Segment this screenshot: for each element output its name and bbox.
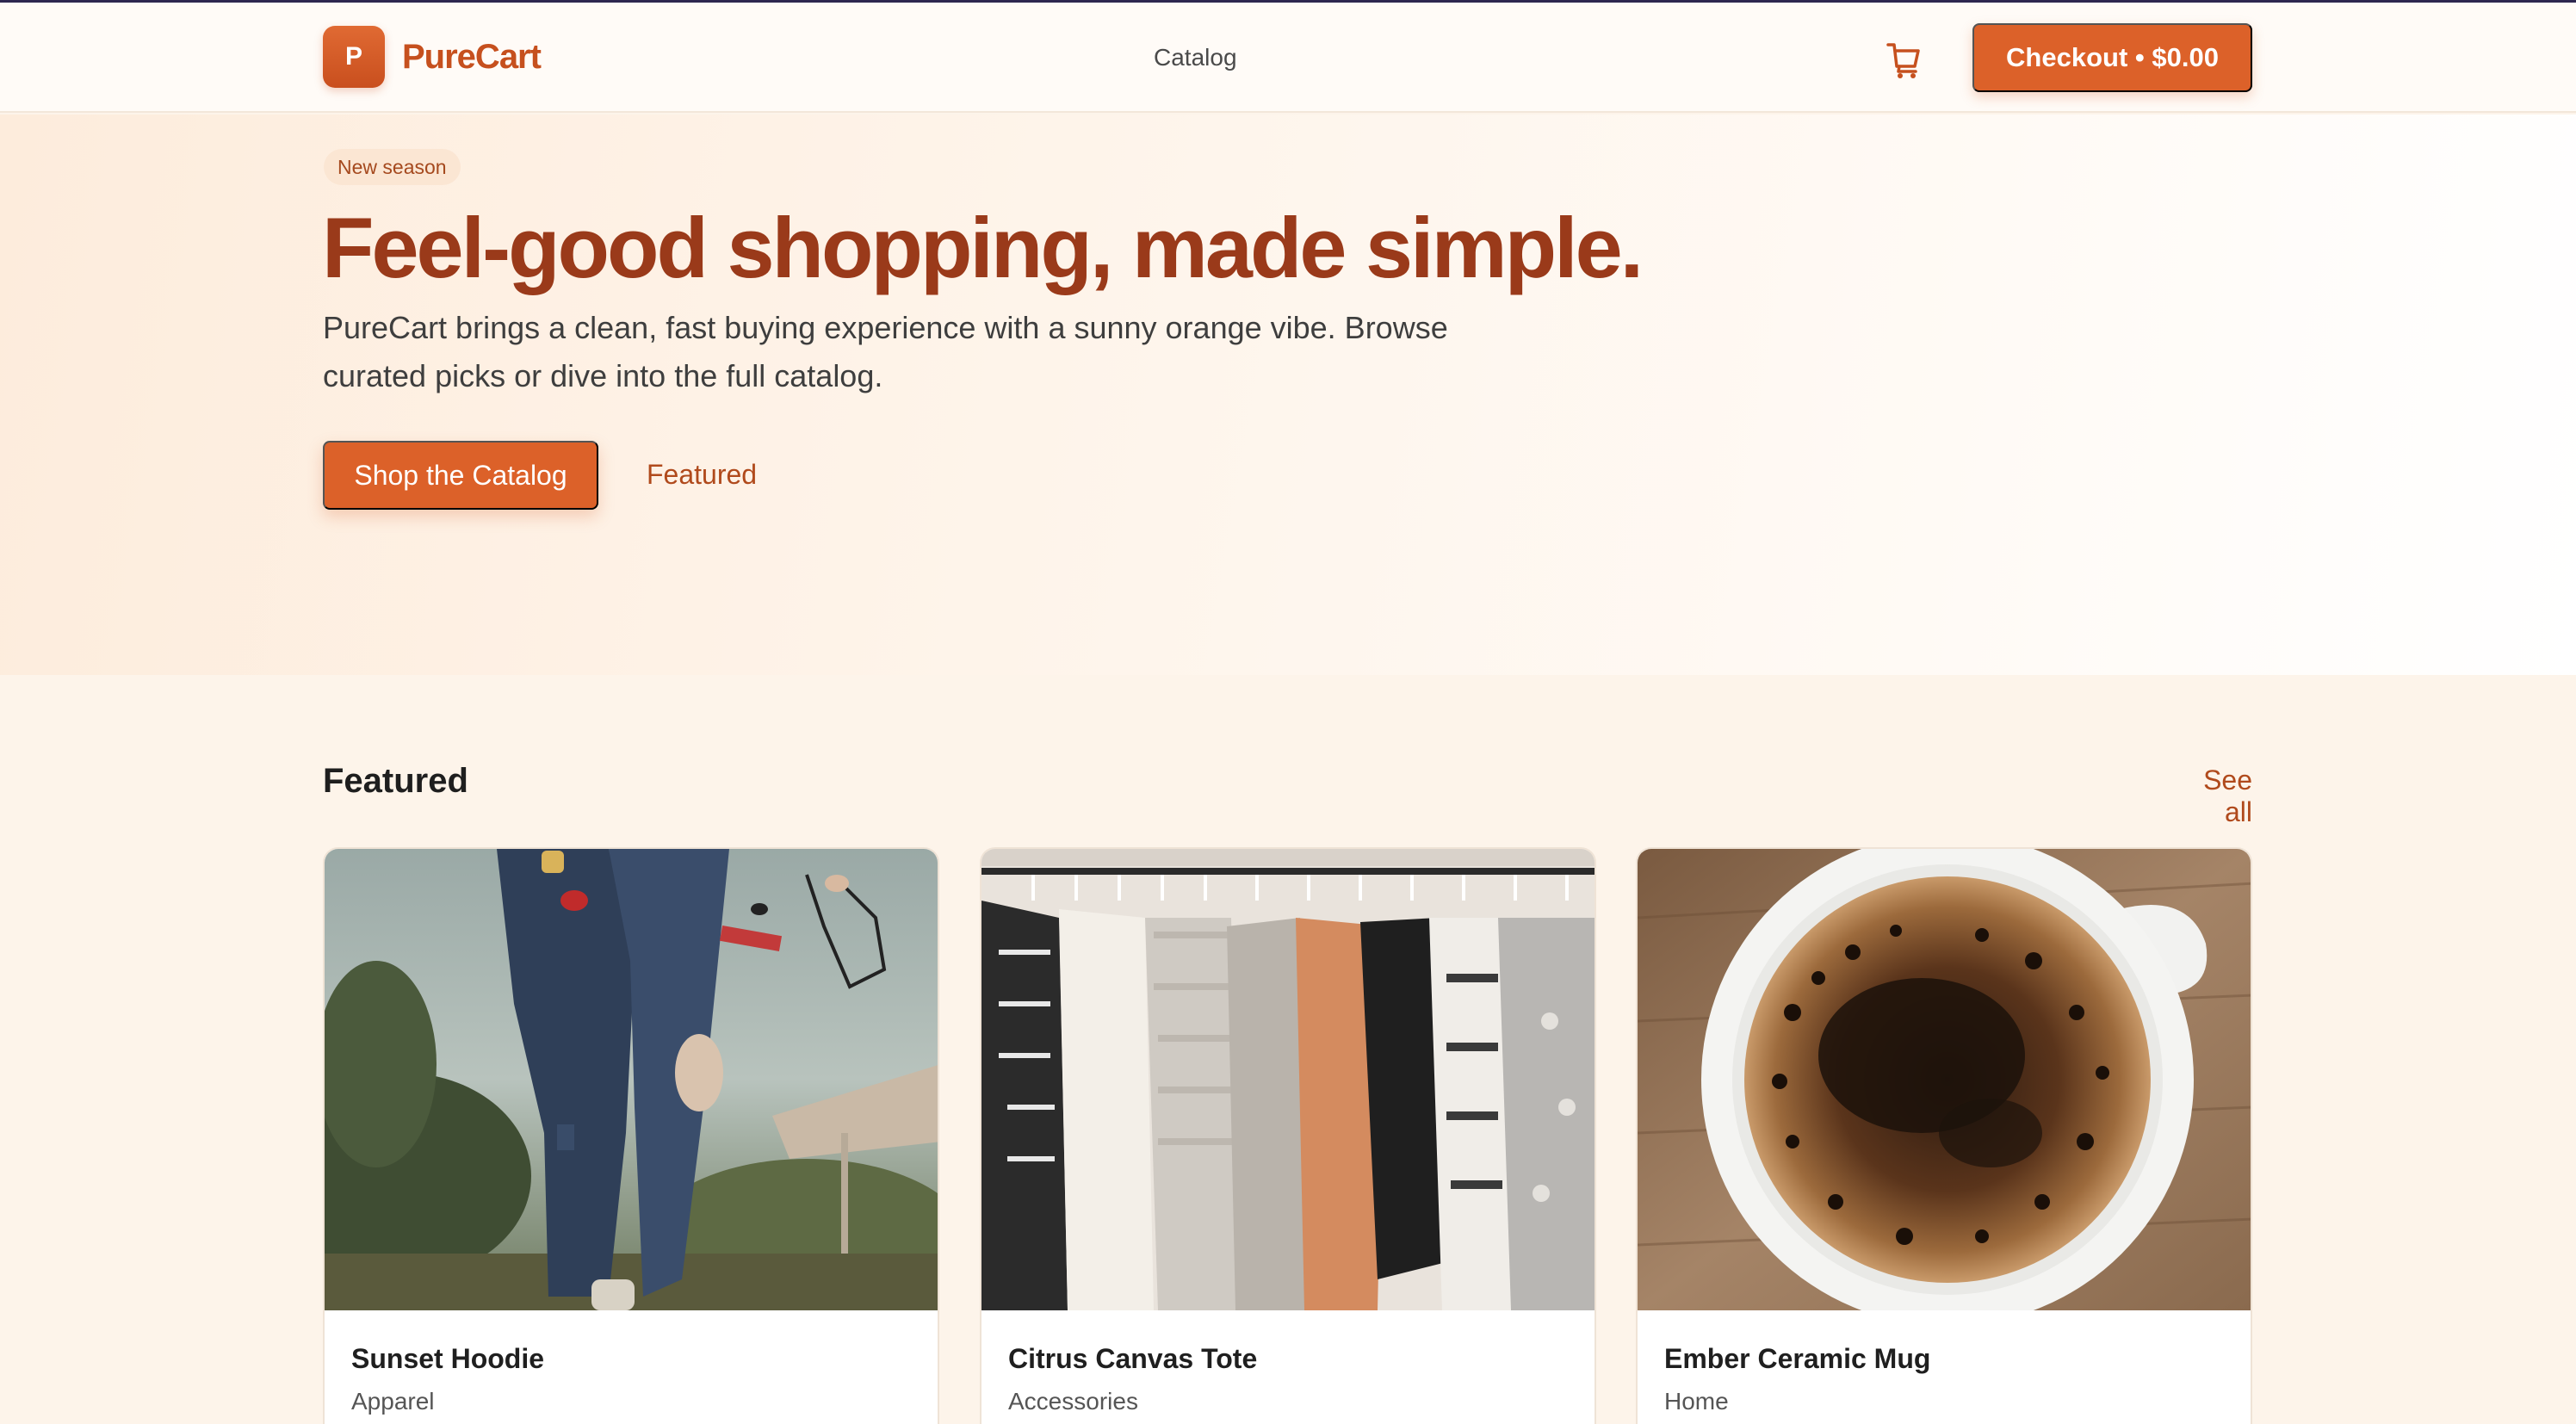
product-category: Home (1664, 1388, 1729, 1415)
hero-section: New season Feel-good shopping, made simp… (0, 115, 2576, 675)
nav-link-catalog[interactable]: Catalog (1154, 44, 1237, 71)
jeans-photo[interactable] (325, 849, 938, 1310)
coffee-cup-photo[interactable] (1638, 849, 2251, 1310)
brand-name: PureCart (402, 37, 542, 76)
product-name[interactable]: Citrus Canvas Tote (1008, 1343, 1257, 1375)
new-season-badge: New season (324, 149, 461, 185)
hero-title: Feel-good shopping, made simple. (322, 200, 1644, 295)
product-name[interactable]: Sunset Hoodie (351, 1343, 544, 1375)
page: P PureCart Catalog Checkout • $0.00 New … (0, 0, 2576, 1424)
product-card[interactable]: Sunset Hoodie Apparel (323, 847, 939, 1424)
product-name[interactable]: Ember Ceramic Mug (1664, 1343, 1930, 1375)
clothing-rack-photo[interactable] (981, 849, 1595, 1310)
featured-section-title: Featured (323, 762, 468, 800)
featured-link[interactable]: Featured (647, 459, 757, 491)
product-card[interactable]: Citrus Canvas Tote Accessories (980, 847, 1596, 1424)
see-all-link[interactable]: See all (2170, 765, 2252, 828)
site-header: P PureCart Catalog Checkout • $0.00 (0, 3, 2576, 113)
cart-icon[interactable] (1886, 40, 1923, 80)
logo-mark: P (323, 26, 385, 88)
product-card[interactable]: Ember Ceramic Mug Home (1636, 847, 2252, 1424)
product-category: Apparel (351, 1388, 435, 1415)
brand-logo-link[interactable]: P PureCart (323, 26, 542, 88)
hero-subtitle: PureCart brings a clean, fast buying exp… (323, 310, 1448, 393)
shop-catalog-button[interactable]: Shop the Catalog (323, 441, 598, 510)
product-category: Accessories (1008, 1388, 1138, 1415)
checkout-button[interactable]: Checkout • $0.00 (1972, 23, 2252, 92)
